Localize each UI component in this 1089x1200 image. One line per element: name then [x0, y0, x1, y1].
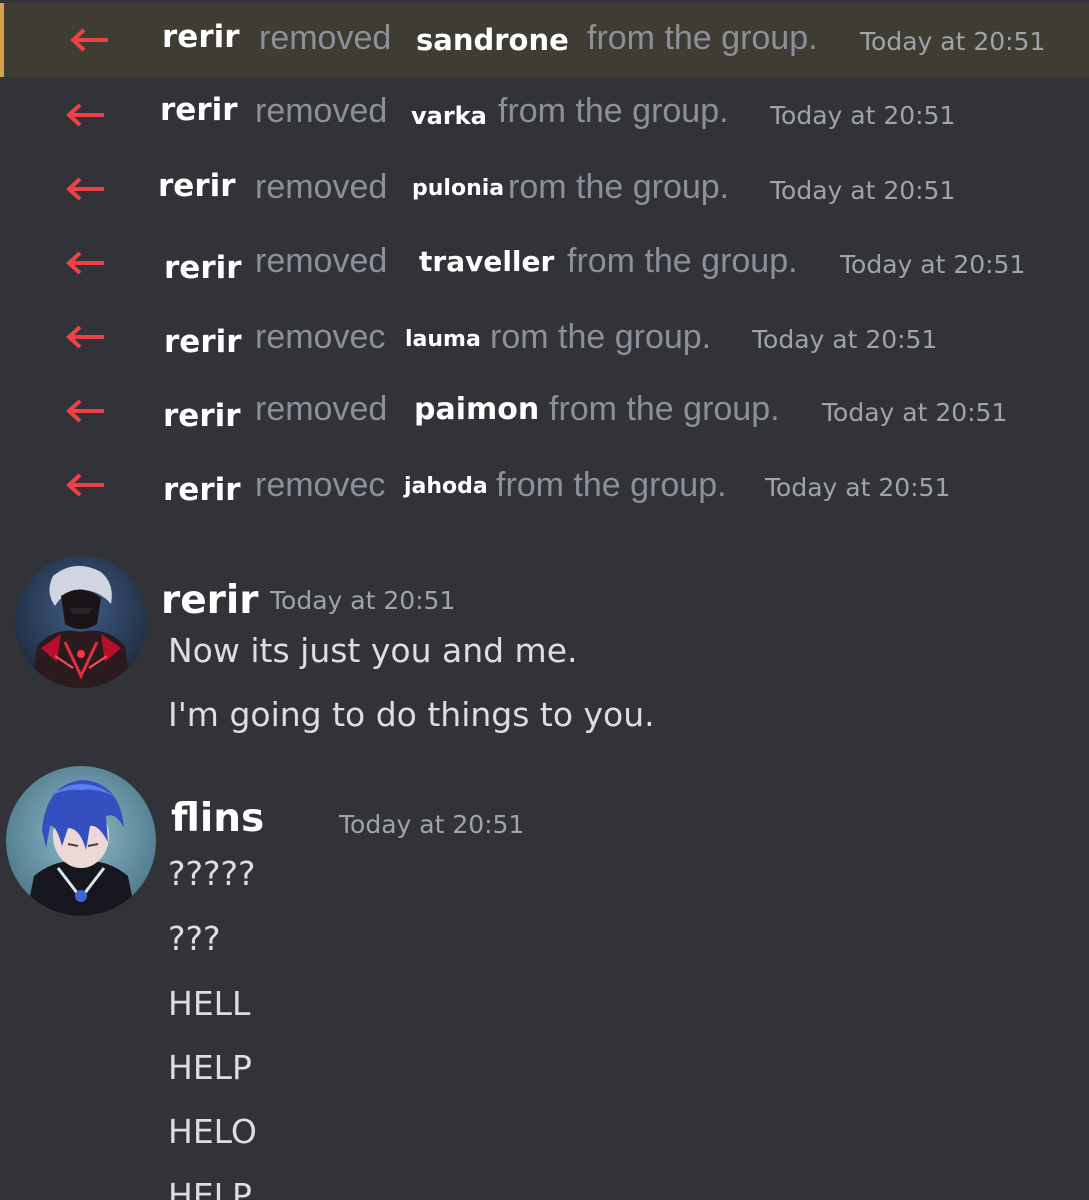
timestamp: Today at 20:51 — [765, 473, 951, 502]
removed-username[interactable]: lauma — [405, 327, 481, 352]
message-text[interactable]: HELP — [168, 1048, 252, 1087]
system-message-row[interactable]: rerir removed sandrone from the group. T… — [0, 3, 1089, 77]
system-message-row[interactable]: rerir removed varka from the group. Toda… — [0, 78, 1089, 152]
actor-username[interactable]: rerir — [164, 324, 242, 360]
removed-username[interactable]: traveller — [419, 245, 554, 278]
removed-username[interactable]: pulonia — [412, 176, 504, 201]
leave-arrow-icon — [66, 103, 104, 127]
chat-messages-area: rerir removed sandrone from the group. T… — [0, 0, 1089, 1200]
author-username[interactable]: flins — [171, 796, 264, 841]
system-tail: rom the group. — [490, 318, 712, 356]
timestamp: Today at 20:51 — [860, 27, 1046, 56]
system-message-row[interactable]: rerir removed paimon from the group. Tod… — [0, 374, 1089, 448]
system-verb: removed — [255, 92, 388, 130]
message-timestamp: Today at 20:51 — [339, 810, 525, 839]
timestamp: Today at 20:51 — [752, 325, 938, 354]
message-text[interactable]: HELO — [168, 1112, 257, 1151]
system-verb: removed — [255, 390, 388, 428]
system-verb: removec — [255, 466, 386, 504]
system-tail: rom the group. — [508, 168, 730, 206]
system-verb: removed — [255, 242, 388, 280]
author-username[interactable]: rerir — [161, 578, 259, 623]
actor-username[interactable]: rerir — [160, 92, 238, 128]
leave-arrow-icon — [66, 399, 104, 423]
system-message-row[interactable]: rerir removec jahoda from the group. Tod… — [0, 448, 1089, 522]
message-text[interactable]: Now its just you and me. — [168, 631, 578, 670]
leave-arrow-icon — [66, 473, 104, 497]
message-text[interactable]: HELL — [168, 984, 250, 1023]
user-avatar[interactable] — [6, 766, 156, 916]
timestamp: Today at 20:51 — [822, 398, 1008, 427]
red-armored-character-avatar — [15, 556, 147, 688]
leave-arrow-icon — [66, 325, 104, 349]
timestamp: Today at 20:51 — [770, 101, 956, 130]
user-avatar[interactable] — [15, 556, 147, 688]
leave-arrow-icon — [70, 28, 108, 52]
timestamp: Today at 20:51 — [840, 250, 1026, 279]
system-tail: from the group. — [496, 466, 727, 504]
system-message-row[interactable]: rerir removed traveller from the group. … — [0, 226, 1089, 300]
system-tail: from the group. — [587, 19, 818, 57]
removed-username[interactable]: sandrone — [416, 23, 569, 57]
removed-username[interactable]: paimon — [414, 392, 539, 427]
system-verb: removed — [259, 19, 392, 57]
message-timestamp: Today at 20:51 — [270, 586, 456, 615]
system-tail: from the group. — [549, 390, 780, 428]
message-text[interactable]: I'm going to do things to you. — [168, 695, 655, 734]
leave-arrow-icon — [66, 177, 104, 201]
timestamp: Today at 20:51 — [770, 176, 956, 205]
actor-username[interactable]: rerir — [158, 168, 236, 204]
leave-arrow-icon — [66, 251, 104, 275]
message-text[interactable]: HELP — [168, 1176, 252, 1200]
system-tail: from the group. — [498, 92, 729, 130]
blue-haired-character-avatar — [6, 766, 156, 916]
message-text[interactable]: ????? — [168, 854, 256, 893]
system-verb: removed — [255, 168, 388, 206]
actor-username[interactable]: rerir — [163, 472, 241, 508]
message-text[interactable]: ??? — [168, 919, 221, 958]
system-message-row[interactable]: rerir removec lauma rom the group. Today… — [0, 300, 1089, 374]
system-tail: from the group. — [567, 242, 798, 280]
actor-username[interactable]: rerir — [162, 19, 240, 55]
system-verb: removec — [255, 318, 386, 356]
system-message-row[interactable]: rerir removed pulonia rom the group. Tod… — [0, 152, 1089, 226]
removed-username[interactable]: varka — [411, 102, 487, 130]
actor-username[interactable]: rerir — [163, 398, 241, 434]
removed-username[interactable]: jahoda — [404, 474, 488, 499]
actor-username[interactable]: rerir — [164, 250, 242, 286]
